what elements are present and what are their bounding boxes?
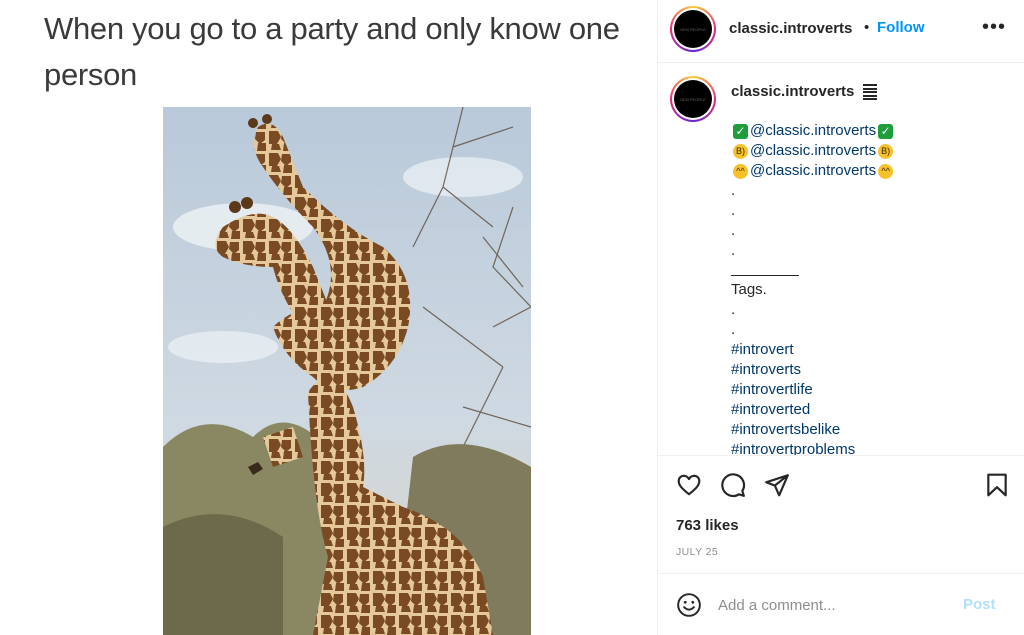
dot-line: . <box>731 222 736 239</box>
sunglasses-emoji-icon: B) <box>733 143 748 159</box>
mention-link[interactable]: @classic.introverts <box>750 161 876 181</box>
dot-line: . <box>731 182 736 199</box>
mention-link[interactable]: @classic.introverts <box>750 141 876 161</box>
sunglasses-emoji-icon: B) <box>878 143 894 159</box>
hashtag-link[interactable]: #introvertproblems <box>731 440 895 455</box>
comment-avatar[interactable]: GEN PEOPLE <box>670 76 716 122</box>
bookmark-icon[interactable] <box>984 472 1010 498</box>
dot-line: . <box>731 242 736 259</box>
follow-button[interactable]: Follow <box>877 19 925 36</box>
dot-line: . <box>731 301 736 318</box>
add-comment-bar: Post <box>658 573 1024 635</box>
comment-input[interactable] <box>718 592 948 618</box>
giraffe-photo <box>163 107 531 635</box>
hashtag-link[interactable]: #introverts <box>731 360 895 380</box>
mention-line: B) @classic.introverts B) <box>731 141 895 161</box>
meme-caption: When you go to a party and only know one… <box>44 11 620 92</box>
separator-dot: • <box>864 19 870 36</box>
sweat-smile-emoji-icon: ^^ <box>878 163 894 179</box>
send-icon[interactable] <box>764 472 790 498</box>
tags-label: Tags. <box>731 281 767 298</box>
comment-username[interactable]: classic.introverts <box>731 83 854 100</box>
sweat-smile-emoji-icon: ^^ <box>733 163 748 179</box>
likes-count[interactable]: 763 likes <box>676 517 739 534</box>
mention-link[interactable]: @classic.introverts <box>750 121 876 141</box>
divider <box>731 275 799 276</box>
caption-comment: GEN PEOPLE classic.introverts ✓ @classic… <box>658 64 1024 455</box>
avatar[interactable]: GEN PEOPLE <box>670 6 716 52</box>
header-username[interactable]: classic.introverts <box>729 20 852 37</box>
post-header: GEN PEOPLE classic.introverts • Follow •… <box>658 0 1024 63</box>
hashtag-link[interactable]: #introvertsbelike <box>731 420 895 440</box>
mention-line: ✓ @classic.introverts ✓ <box>731 121 895 141</box>
comment-icon[interactable] <box>720 472 746 498</box>
post-button[interactable]: Post <box>963 596 996 613</box>
dot-line: . <box>731 321 736 338</box>
mention-line: ^^ @classic.introverts ^^ <box>731 161 895 181</box>
dot-line: . <box>731 202 736 219</box>
check-emoji-icon: ✓ <box>878 123 894 139</box>
list-lines-icon <box>863 84 877 100</box>
post-side-panel: GEN PEOPLE classic.introverts • Follow •… <box>657 0 1024 635</box>
emoji-icon[interactable] <box>676 592 702 618</box>
check-emoji-icon: ✓ <box>733 123 748 139</box>
post-media: When you go to a party and only know one… <box>0 0 657 635</box>
hashtag-link[interactable]: #introvertlife <box>731 380 895 400</box>
hashtag-link[interactable]: #introverted <box>731 400 895 420</box>
post-date[interactable]: JULY 25 <box>676 546 718 558</box>
caption-body: ✓ @classic.introverts ✓ B) @classic.intr… <box>731 121 895 455</box>
post-actions: 763 likes JULY 25 <box>658 455 1024 573</box>
hashtag-link[interactable]: #introvert <box>731 340 895 360</box>
more-options-icon[interactable]: ••• <box>982 16 1006 39</box>
heart-icon[interactable] <box>676 472 702 498</box>
